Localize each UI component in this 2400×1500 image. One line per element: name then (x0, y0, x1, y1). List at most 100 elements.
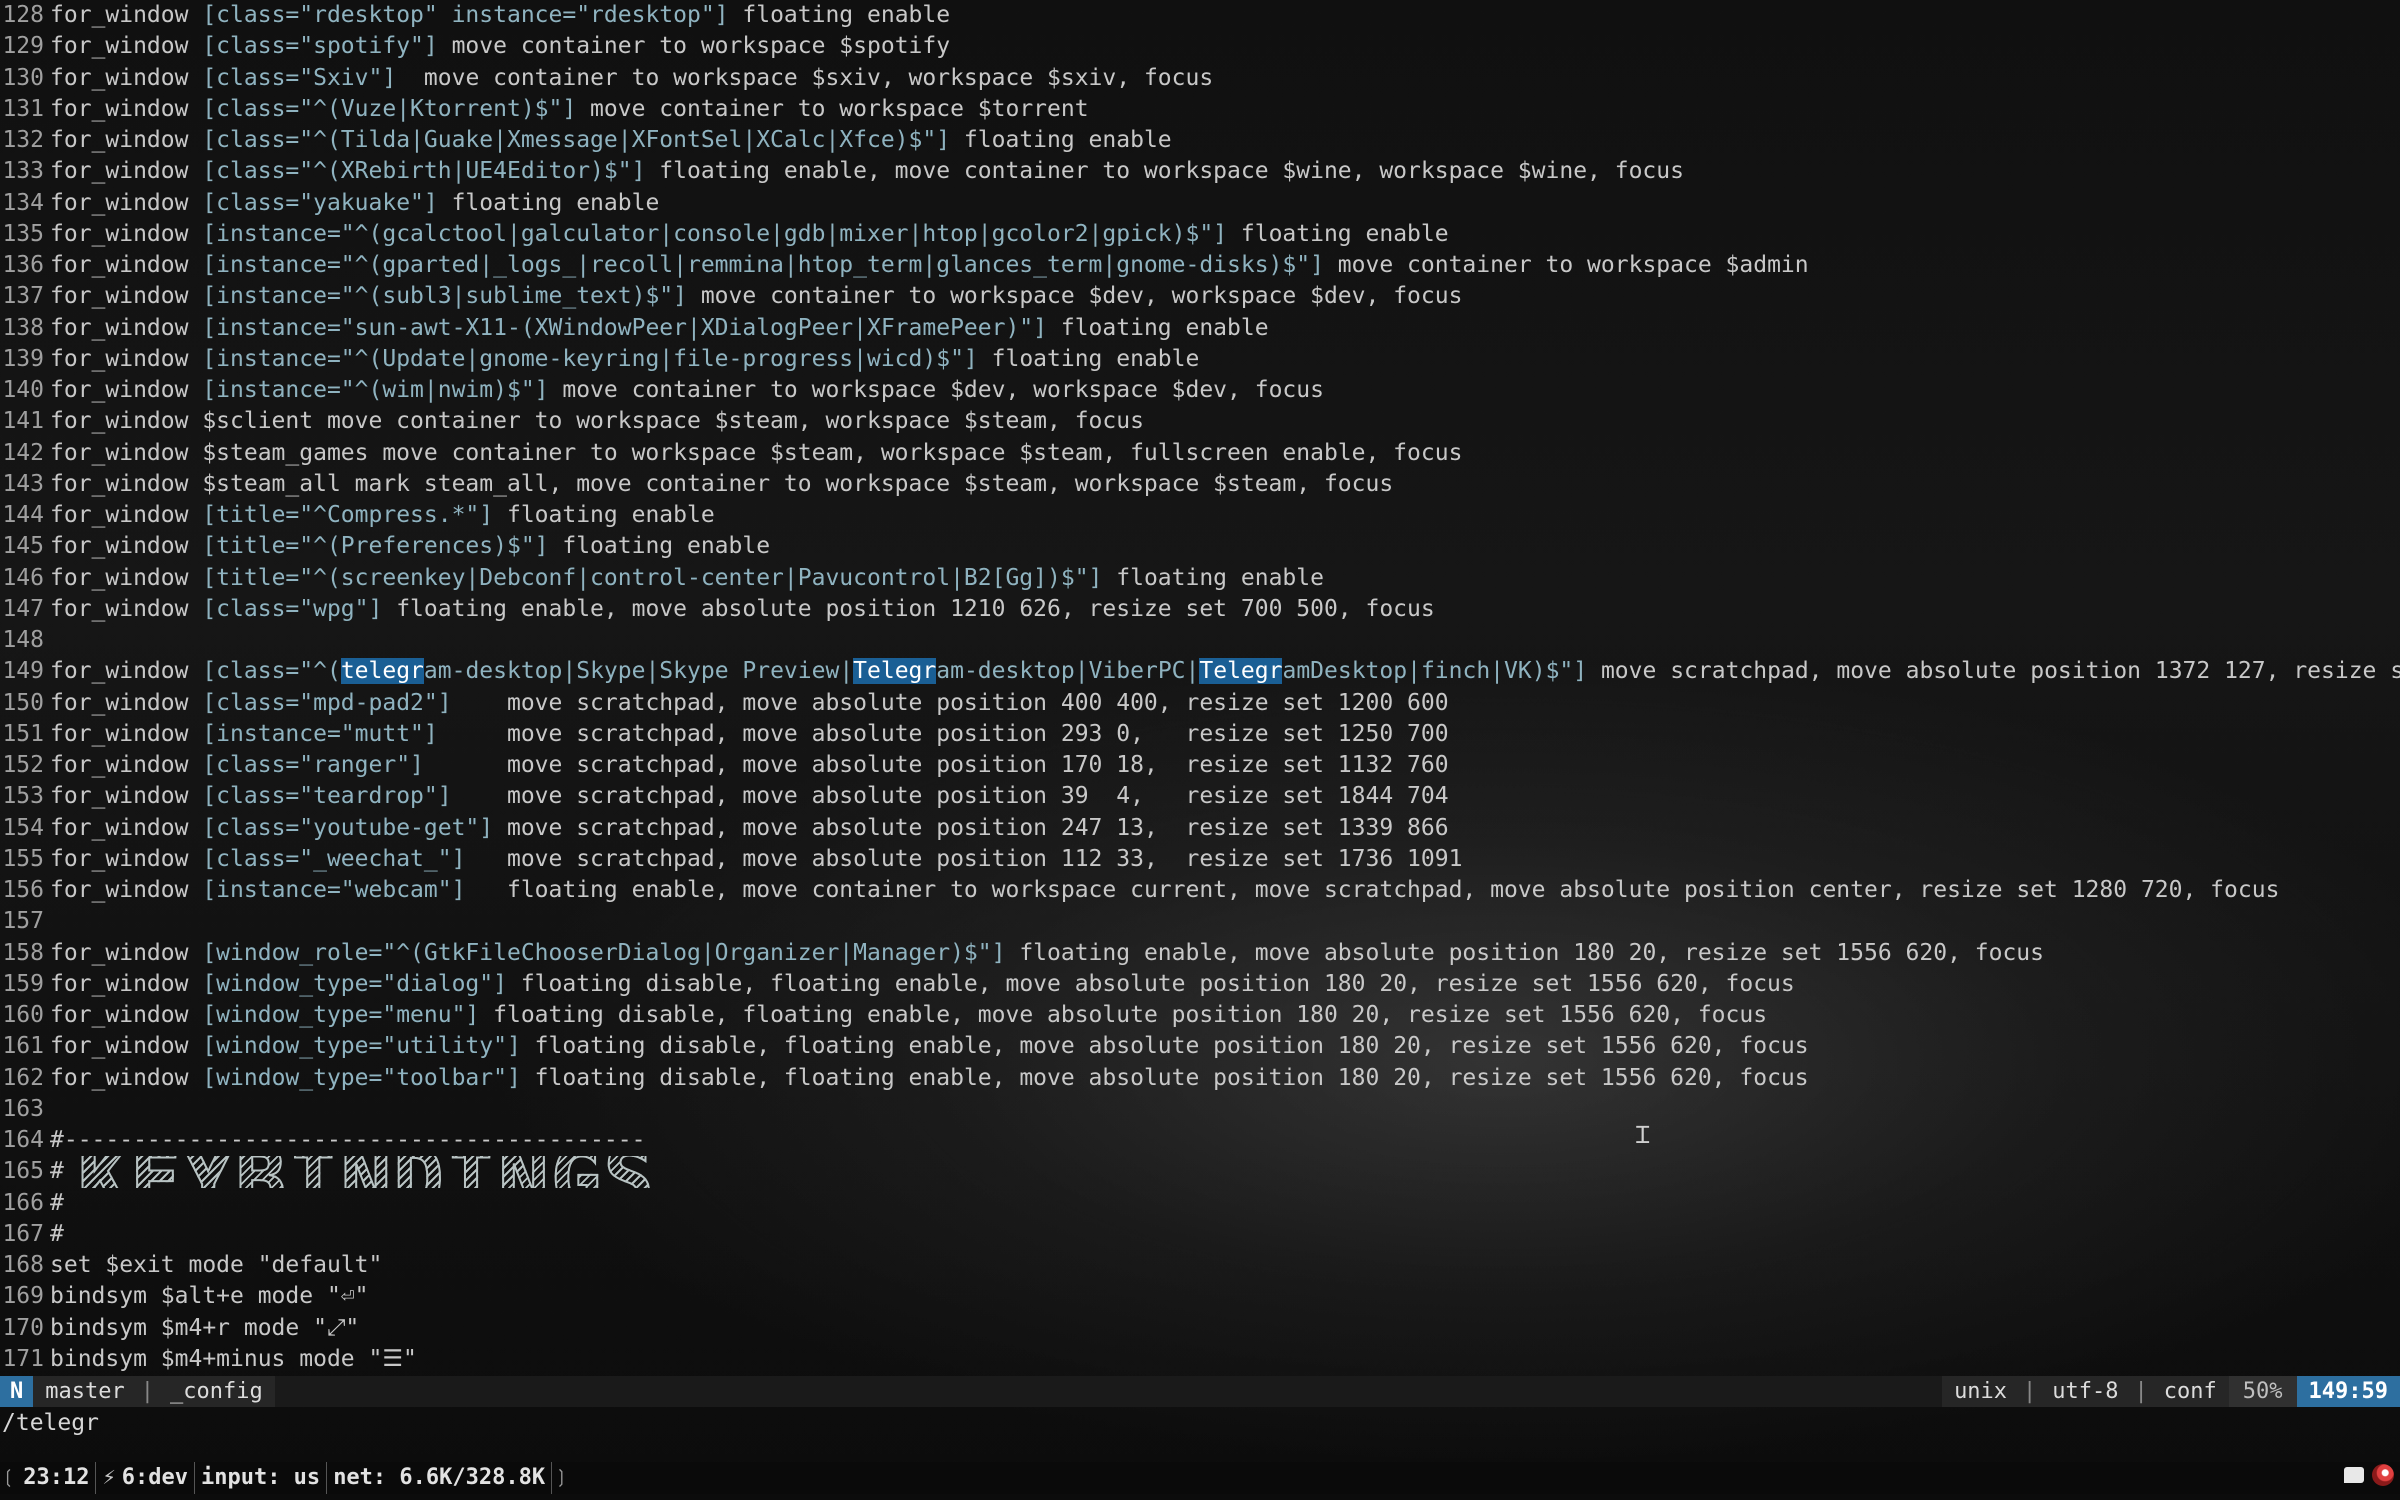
line-number: 150 (2, 689, 44, 716)
code-text: for_window (50, 752, 203, 778)
line-number: 162 (2, 1064, 44, 1091)
criteria-text: [instance="sun-awt-X11-(XWindowPeer|XDia… (202, 314, 1048, 341)
line-content: for_window [instance="^(gparted|_logs_|r… (50, 250, 2400, 281)
code-text: for_window (50, 877, 203, 903)
editor-line[interactable]: 134 for_window [class="yakuake"] floating… (0, 188, 2400, 219)
editor-line[interactable]: 167 # (0, 1219, 2400, 1250)
editor-line[interactable]: 132 for_window [class="^(Tilda|Guake|Xmes… (0, 125, 2400, 156)
editor-line[interactable]: 146 for_window [title="^(screenkey|Debcon… (0, 563, 2400, 594)
steam-icon[interactable] (2372, 1464, 2394, 1486)
editor-line[interactable]: 142 for_window $steam_games move containe… (0, 438, 2400, 469)
line-content: for_window [class="^(XRebirth|UE4Editor)… (50, 156, 2400, 187)
line-content: for_window [class="wpg"] floating enable… (50, 594, 2400, 625)
editor-line[interactable]: 150 for_window [class="mpd-pad2"] move sc… (0, 688, 2400, 719)
editor-line[interactable]: 130 for_window [class="Sxiv"] move contai… (0, 63, 2400, 94)
scroll-percent: 50% (2228, 1376, 2297, 1407)
editor-line[interactable]: 153 for_window [class="teardrop"] move sc… (0, 781, 2400, 812)
editor-line[interactable]: 165# KEYBINDINGS (0, 1156, 2400, 1187)
line-number: 158 (2, 939, 44, 966)
code-text: for_window (50, 127, 203, 153)
chat-icon[interactable] (2344, 1467, 2364, 1483)
editor-line[interactable]: 147 for_window [class="wpg"] floating ena… (0, 594, 2400, 625)
separator: | (2019, 1376, 2041, 1407)
editor-line[interactable]: 162 for_window [window_type="toolbar"] fl… (0, 1063, 2400, 1094)
criteria-text: [title="^(screenkey|Debconf|control-cent… (202, 564, 1103, 591)
code-text: floating enable (950, 127, 1172, 153)
editor-line[interactable]: 159 for_window [window_type="dialog"] flo… (0, 969, 2400, 1000)
editor-line[interactable]: 156 for_window [instance="webcam"] floati… (0, 875, 2400, 906)
line-content: for_window [window_role="^(GtkFileChoose… (50, 938, 2400, 969)
editor-line[interactable]: 158 for_window [window_role="^(GtkFileCho… (0, 938, 2400, 969)
criteria-text: [title="^Compress.*"] (202, 502, 494, 528)
editor-buffer[interactable]: 128 for_window [class="rdesktop" instance… (0, 0, 2400, 1378)
editor-line[interactable]: 131 for_window [class="^(Vuze|Ktorrent)$"… (0, 94, 2400, 125)
editor-line[interactable]: 141 for_window $sclient move container to… (0, 406, 2400, 437)
criteria-text: [class="mpd-pad2"] (202, 689, 452, 716)
workspace-label: 6:dev (121, 1465, 188, 1490)
editor-line[interactable]: 136 for_window [instance="^(gparted|_logs… (0, 250, 2400, 281)
criteria-text: [class="teardrop"] (202, 783, 452, 810)
bracket-right: ❳ (554, 1465, 568, 1490)
code-text: ⏎ (340, 1283, 355, 1310)
line-content: for_window [class="mpd-pad2"] move scrat… (50, 688, 2400, 719)
criteria-text: am-desktop|Skype|Skype Preview| (423, 658, 854, 685)
editor-line[interactable]: 152 for_window [class="ranger"] move scra… (0, 750, 2400, 781)
line-number: 140 (2, 377, 44, 403)
editor-line[interactable]: 140 for_window [instance="^(wim|nwim)$"] … (0, 375, 2400, 406)
workspace-indicator[interactable]: ⚡ 6:dev (96, 1462, 195, 1494)
system-tray (2344, 1464, 2394, 1486)
line-content: for_window [instance="^(Update|gnome-key… (50, 344, 2400, 375)
line-number: 152 (2, 752, 44, 778)
line-content: for_window [window_type="dialog"] floati… (50, 969, 2400, 1000)
editor-line[interactable]: 139 for_window [instance="^(Update|gnome-… (0, 344, 2400, 375)
editor-line[interactable]: 133 for_window [class="^(XRebirth|UE4Edit… (0, 156, 2400, 187)
code-text: #---------------------------------------… (50, 1127, 646, 1153)
code-text: floating enable, move container to works… (465, 877, 2280, 903)
editor-line[interactable]: 135 for_window [instance="^(gcalctool|gal… (0, 219, 2400, 250)
command-line[interactable]: /telegr (0, 1408, 2400, 1439)
editor-line[interactable]: 154 for_window [class="youtube-get"] move… (0, 813, 2400, 844)
criteria-text: [class="spotify"] (202, 33, 438, 60)
editor-line[interactable]: 143 for_window $steam_all mark steam_all,… (0, 469, 2400, 500)
code-text: move scratchpad, move absolute position … (451, 783, 1449, 810)
editor-line[interactable]: 164 #------------------------------------… (0, 1125, 2400, 1156)
editor-line[interactable]: 168 set $exit mode "default" (0, 1250, 2400, 1281)
editor-line[interactable]: 171 bindsym $m4+minus mode "☰" (0, 1344, 2400, 1375)
editor-line[interactable]: 160 for_window [window_type="menu"] float… (0, 1000, 2400, 1031)
editor-line[interactable]: 166 # (0, 1188, 2400, 1219)
editor-line[interactable]: 149 for_window [class="^(telegram-desktop… (0, 656, 2400, 687)
line-content: for_window [class="yakuake"] floating en… (50, 188, 2400, 219)
line-content: for_window [class="_weechat_"] move scra… (50, 844, 2400, 875)
editor-line[interactable]: 137 for_window [instance="^(subl3|sublime… (0, 281, 2400, 312)
line-content: for_window [title="^(Preferences)$"] flo… (50, 531, 2400, 562)
line-content: for_window [window_type="menu"] floating… (50, 1000, 2400, 1031)
code-text: for_window (50, 939, 203, 966)
line-content: for_window [instance="mutt"] move scratc… (50, 719, 2400, 750)
editor-line[interactable]: 163 (0, 1094, 2400, 1125)
code-text: for_window (50, 533, 203, 560)
editor-line[interactable]: 161 for_window [window_type="utility"] fl… (0, 1031, 2400, 1062)
code-text: move scratchpad, move absolute position … (437, 720, 1449, 747)
editor-line[interactable]: 129 for_window [class="spotify"] move con… (0, 31, 2400, 62)
code-text: " (354, 1283, 369, 1310)
editor-line[interactable]: 138 for_window [instance="sun-awt-X11-(XW… (0, 313, 2400, 344)
editor-line[interactable]: 144 for_window [title="^Compress.*"] floa… (0, 500, 2400, 531)
code-text: for_window (50, 33, 203, 60)
code-text: " (345, 1314, 360, 1341)
editor-line[interactable]: 155 for_window [class="_weechat_"] move s… (0, 844, 2400, 875)
editor-line[interactable]: 145 for_window [title="^(Preferences)$"] … (0, 531, 2400, 562)
editor-line[interactable]: 157 (0, 906, 2400, 937)
line-content: for_window $sclient move container to wo… (50, 406, 2400, 437)
editor-line[interactable]: 148 (0, 625, 2400, 656)
criteria-text: [instance="^(Update|gnome-keyring|file-p… (202, 345, 978, 372)
code-text: move container to workspace $sxiv, works… (396, 64, 1214, 91)
editor-line[interactable]: 170 bindsym $m4+r mode "⤢" (0, 1313, 2400, 1344)
code-text: move scratchpad, move absolute position … (493, 814, 1449, 841)
line-number: 164 (2, 1127, 44, 1153)
file-path: _config (157, 1376, 275, 1407)
code-text: move scratchpad, move absolute position … (1600, 658, 2400, 685)
editor-line[interactable]: 151 for_window [instance="mutt"] move scr… (0, 719, 2400, 750)
editor-line[interactable]: 128 for_window [class="rdesktop" instance… (0, 0, 2400, 31)
editor-line[interactable]: 169 bindsym $alt+e mode "⏎" (0, 1281, 2400, 1312)
line-number: 165 (2, 1158, 44, 1185)
